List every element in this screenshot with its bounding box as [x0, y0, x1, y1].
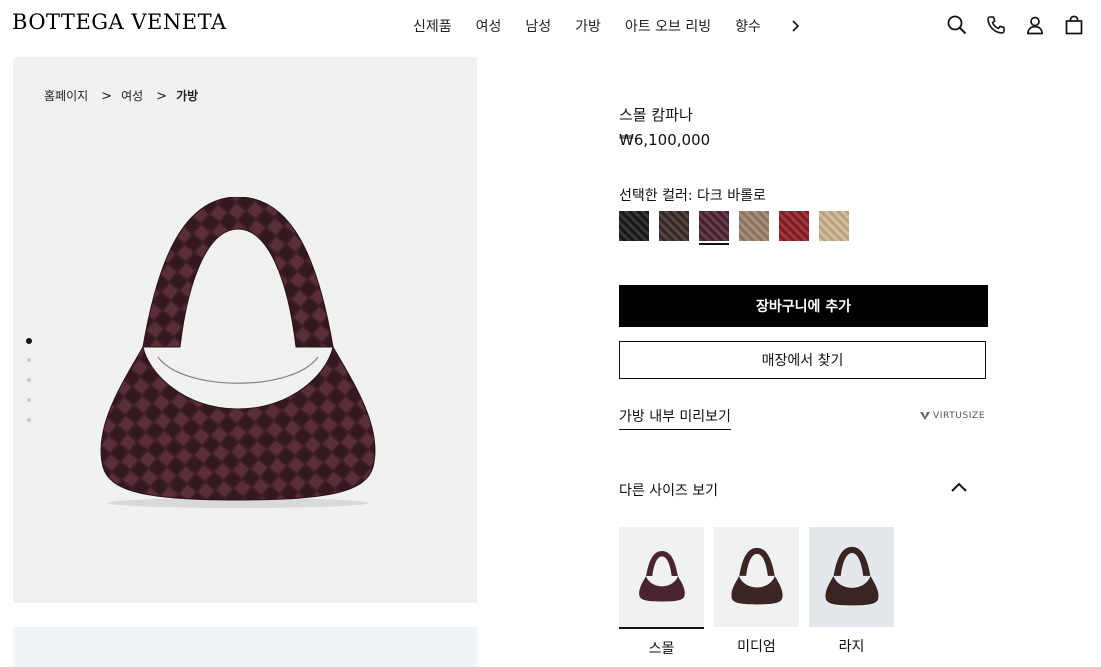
phone-icon[interactable]	[985, 14, 1007, 36]
product-price: ₩6,100,000	[619, 131, 711, 149]
size-option-small[interactable]: 스몰	[619, 527, 704, 658]
size-label: 라지	[838, 639, 865, 655]
virtusize-label: VIRTUSIZE	[933, 411, 986, 421]
breadcrumb-separator: >	[156, 89, 168, 104]
color-swatch-beige[interactable]	[819, 211, 849, 241]
breadcrumb-separator: >	[101, 89, 113, 104]
size-options: 스몰 미디엄 라지	[619, 527, 894, 658]
inside-preview-link[interactable]: 가방 내부 미리보기	[619, 406, 731, 430]
product-title: 스몰 캄파나	[619, 106, 693, 124]
size-option-large[interactable]: 라지	[809, 527, 894, 658]
gallery-dot[interactable]	[27, 418, 31, 422]
gallery-pagination	[26, 338, 32, 438]
size-option-medium[interactable]: 미디엄	[714, 527, 799, 658]
color-swatch-taupe[interactable]	[739, 211, 769, 241]
size-thumbnail	[714, 527, 799, 627]
size-thumbnail	[809, 527, 894, 627]
color-swatch-red[interactable]	[779, 211, 809, 241]
gallery-dot[interactable]	[27, 358, 31, 362]
brand-logo[interactable]: BOTTEGA VENETA	[12, 10, 227, 34]
gallery-dot[interactable]	[26, 338, 32, 344]
main-nav: 신제품 여성 남성 가방 아트 오브 리빙 향수	[413, 16, 801, 36]
color-swatch-black[interactable]	[619, 211, 649, 241]
add-to-cart-button[interactable]: 장바구니에 추가	[619, 285, 988, 327]
product-image	[100, 197, 376, 508]
header-icons	[946, 14, 1085, 36]
color-swatch-dark-barolo[interactable]	[699, 211, 729, 245]
nav-item-fragrance[interactable]: 향수	[735, 16, 761, 36]
nav-item-men[interactable]: 남성	[525, 16, 551, 36]
color-swatch-dark-brown[interactable]	[659, 211, 689, 241]
size-label: 미디엄	[737, 639, 776, 655]
breadcrumb-bags[interactable]: 가방	[176, 87, 198, 104]
gallery-dot[interactable]	[27, 378, 31, 382]
find-in-store-button[interactable]: 매장에서 찾기	[619, 341, 986, 379]
chevron-up-icon[interactable]	[950, 478, 968, 497]
chevron-right-icon[interactable]	[791, 19, 801, 33]
gallery-dot[interactable]	[27, 398, 31, 402]
virtusize-badge[interactable]: VIRTUSIZE	[920, 411, 985, 421]
nav-item-women[interactable]: 여성	[476, 16, 502, 36]
size-thumbnail	[619, 527, 704, 629]
nav-item-new[interactable]: 신제품	[413, 16, 452, 36]
size-label: 스몰	[648, 641, 675, 657]
breadcrumb: 홈페이지 > 여성 > 가방	[44, 87, 198, 104]
shopping-bag-icon[interactable]	[1063, 14, 1085, 36]
selected-color-label: 선택한 컬러: 다크 바롤로	[619, 188, 766, 204]
virtusize-logo-icon	[920, 412, 930, 420]
breadcrumb-home[interactable]: 홈페이지	[44, 87, 88, 104]
site-header: BOTTEGA VENETA 신제품 여성 남성 가방 아트 오브 리빙 향수	[0, 0, 1101, 52]
nav-item-art-of-living[interactable]: 아트 오브 리빙	[625, 16, 711, 36]
other-sizes-heading[interactable]: 다른 사이즈 보기	[619, 480, 718, 500]
nav-item-bags[interactable]: 가방	[575, 16, 601, 36]
product-gallery-next-image	[13, 627, 477, 667]
color-swatches	[619, 211, 849, 245]
breadcrumb-women[interactable]: 여성	[121, 87, 143, 104]
account-icon[interactable]	[1024, 14, 1046, 36]
search-icon[interactable]	[946, 14, 968, 36]
product-gallery[interactable]: 홈페이지 > 여성 > 가방	[13, 57, 477, 603]
